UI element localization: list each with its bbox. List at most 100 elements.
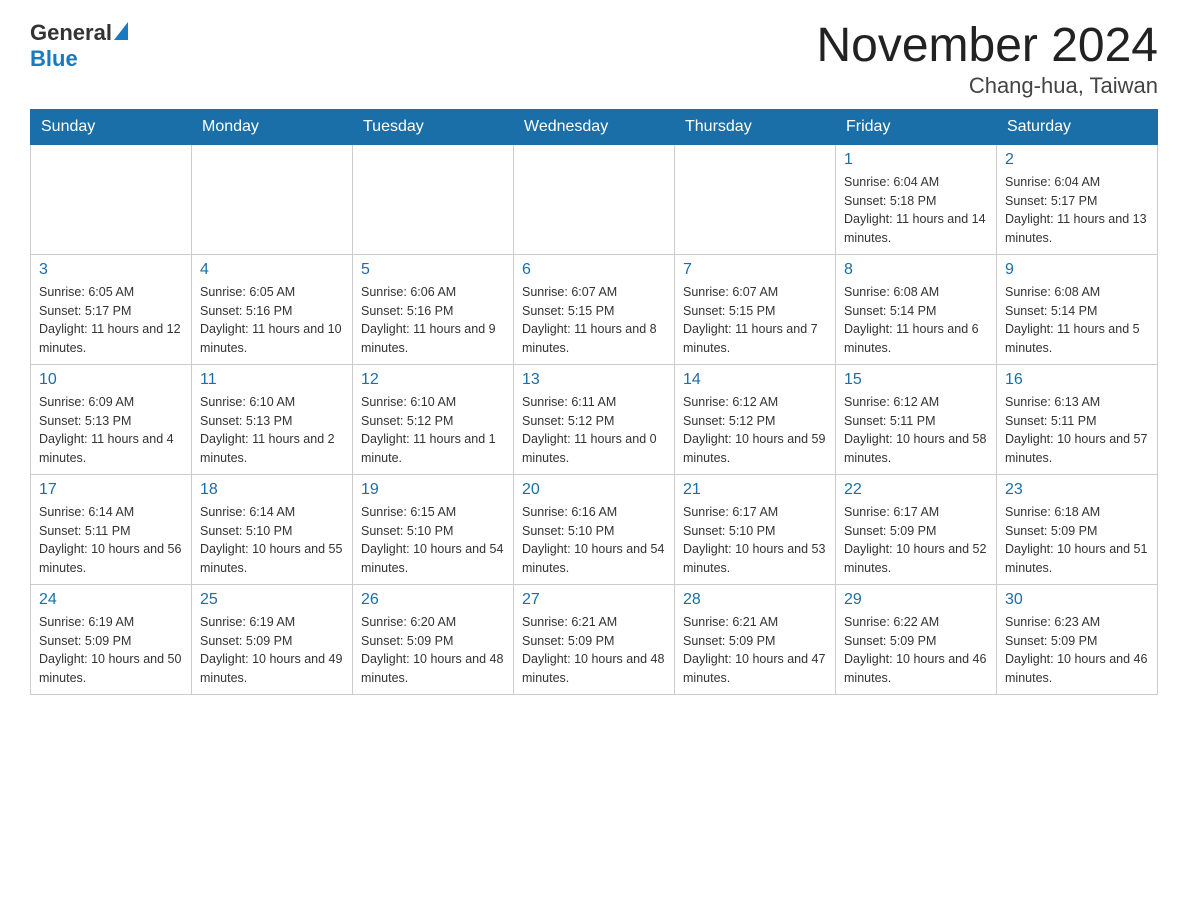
calendar-cell: 20 Sunrise: 6:16 AMSunset: 5:10 PMDayligh…: [514, 474, 675, 584]
calendar-week-row: 17 Sunrise: 6:14 AMSunset: 5:11 PMDayligh…: [31, 474, 1158, 584]
day-number: 25: [200, 591, 344, 609]
calendar-cell: 17 Sunrise: 6:14 AMSunset: 5:11 PMDayligh…: [31, 474, 192, 584]
day-info: Sunrise: 6:14 AMSunset: 5:11 PMDaylight:…: [39, 503, 183, 578]
weekday-header-row: SundayMondayTuesdayWednesdayThursdayFrid…: [31, 109, 1158, 144]
day-info: Sunrise: 6:16 AMSunset: 5:10 PMDaylight:…: [522, 503, 666, 578]
calendar-header: SundayMondayTuesdayWednesdayThursdayFrid…: [31, 109, 1158, 144]
logo-blue-text: Blue: [30, 46, 78, 72]
calendar-cell: 15 Sunrise: 6:12 AMSunset: 5:11 PMDayligh…: [836, 364, 997, 474]
weekday-header-saturday: Saturday: [997, 109, 1158, 144]
calendar-cell: [192, 144, 353, 254]
day-info: Sunrise: 6:23 AMSunset: 5:09 PMDaylight:…: [1005, 613, 1149, 688]
calendar-week-row: 3 Sunrise: 6:05 AMSunset: 5:17 PMDaylight…: [31, 254, 1158, 364]
day-info: Sunrise: 6:20 AMSunset: 5:09 PMDaylight:…: [361, 613, 505, 688]
weekday-header-sunday: Sunday: [31, 109, 192, 144]
day-number: 19: [361, 481, 505, 499]
calendar-cell: 14 Sunrise: 6:12 AMSunset: 5:12 PMDayligh…: [675, 364, 836, 474]
calendar-week-row: 24Sunrise: 6:19 AMSunset: 5:09 PMDayligh…: [31, 584, 1158, 694]
calendar-cell: 30Sunrise: 6:23 AMSunset: 5:09 PMDayligh…: [997, 584, 1158, 694]
day-number: 3: [39, 261, 183, 279]
day-info: Sunrise: 6:18 AMSunset: 5:09 PMDaylight:…: [1005, 503, 1149, 578]
calendar-cell: 5 Sunrise: 6:06 AMSunset: 5:16 PMDaylight…: [353, 254, 514, 364]
calendar-cell: 13Sunrise: 6:11 AMSunset: 5:12 PMDayligh…: [514, 364, 675, 474]
weekday-header-wednesday: Wednesday: [514, 109, 675, 144]
day-number: 7: [683, 261, 827, 279]
day-number: 18: [200, 481, 344, 499]
calendar-title-block: November 2024 Chang-hua, Taiwan: [816, 20, 1158, 99]
calendar-cell: 26 Sunrise: 6:20 AMSunset: 5:09 PMDayligh…: [353, 584, 514, 694]
day-number: 1: [844, 151, 988, 169]
calendar-week-row: 10 Sunrise: 6:09 AMSunset: 5:13 PMDayligh…: [31, 364, 1158, 474]
calendar-cell: 25 Sunrise: 6:19 AMSunset: 5:09 PMDayligh…: [192, 584, 353, 694]
day-number: 21: [683, 481, 827, 499]
calendar-cell: 8Sunrise: 6:08 AMSunset: 5:14 PMDaylight…: [836, 254, 997, 364]
day-info: Sunrise: 6:19 AMSunset: 5:09 PMDaylight:…: [200, 613, 344, 688]
calendar-cell: 4 Sunrise: 6:05 AMSunset: 5:16 PMDaylight…: [192, 254, 353, 364]
day-number: 13: [522, 371, 666, 389]
day-number: 12: [361, 371, 505, 389]
calendar-cell: [353, 144, 514, 254]
day-number: 22: [844, 481, 988, 499]
calendar-cell: 23 Sunrise: 6:18 AMSunset: 5:09 PMDayligh…: [997, 474, 1158, 584]
day-info: Sunrise: 6:07 AMSunset: 5:15 PMDaylight:…: [683, 283, 827, 358]
day-info: Sunrise: 6:13 AMSunset: 5:11 PMDaylight:…: [1005, 393, 1149, 468]
day-info: Sunrise: 6:09 AMSunset: 5:13 PMDaylight:…: [39, 393, 183, 468]
day-info: Sunrise: 6:12 AMSunset: 5:11 PMDaylight:…: [844, 393, 988, 468]
day-info: Sunrise: 6:19 AMSunset: 5:09 PMDaylight:…: [39, 613, 183, 688]
weekday-header-thursday: Thursday: [675, 109, 836, 144]
calendar-cell: 1Sunrise: 6:04 AMSunset: 5:18 PMDaylight…: [836, 144, 997, 254]
day-number: 4: [200, 261, 344, 279]
calendar-body: 1Sunrise: 6:04 AMSunset: 5:18 PMDaylight…: [31, 144, 1158, 694]
day-number: 17: [39, 481, 183, 499]
calendar-cell: [675, 144, 836, 254]
day-info: Sunrise: 6:08 AMSunset: 5:14 PMDaylight:…: [1005, 283, 1149, 358]
day-info: Sunrise: 6:22 AMSunset: 5:09 PMDaylight:…: [844, 613, 988, 688]
day-info: Sunrise: 6:08 AMSunset: 5:14 PMDaylight:…: [844, 283, 988, 358]
calendar-week-row: 1Sunrise: 6:04 AMSunset: 5:18 PMDaylight…: [31, 144, 1158, 254]
calendar-cell: 3 Sunrise: 6:05 AMSunset: 5:17 PMDaylight…: [31, 254, 192, 364]
day-info: Sunrise: 6:10 AMSunset: 5:13 PMDaylight:…: [200, 393, 344, 468]
day-number: 10: [39, 371, 183, 389]
day-info: Sunrise: 6:21 AMSunset: 5:09 PMDaylight:…: [522, 613, 666, 688]
calendar-cell: 29Sunrise: 6:22 AMSunset: 5:09 PMDayligh…: [836, 584, 997, 694]
day-number: 28: [683, 591, 827, 609]
logo-triangle-icon: [114, 22, 128, 40]
day-number: 9: [1005, 261, 1149, 279]
day-info: Sunrise: 6:12 AMSunset: 5:12 PMDaylight:…: [683, 393, 827, 468]
calendar-cell: 19 Sunrise: 6:15 AMSunset: 5:10 PMDayligh…: [353, 474, 514, 584]
day-info: Sunrise: 6:04 AMSunset: 5:17 PMDaylight:…: [1005, 173, 1149, 248]
day-number: 14: [683, 371, 827, 389]
calendar-cell: [514, 144, 675, 254]
day-number: 20: [522, 481, 666, 499]
day-info: Sunrise: 6:10 AMSunset: 5:12 PMDaylight:…: [361, 393, 505, 468]
calendar-cell: 22 Sunrise: 6:17 AMSunset: 5:09 PMDayligh…: [836, 474, 997, 584]
day-info: Sunrise: 6:05 AMSunset: 5:16 PMDaylight:…: [200, 283, 344, 358]
day-info: Sunrise: 6:05 AMSunset: 5:17 PMDaylight:…: [39, 283, 183, 358]
day-info: Sunrise: 6:17 AMSunset: 5:10 PMDaylight:…: [683, 503, 827, 578]
calendar-cell: 6 Sunrise: 6:07 AMSunset: 5:15 PMDaylight…: [514, 254, 675, 364]
day-number: 27: [522, 591, 666, 609]
logo: General Blue: [30, 20, 128, 72]
calendar-cell: 11Sunrise: 6:10 AMSunset: 5:13 PMDayligh…: [192, 364, 353, 474]
day-number: 5: [361, 261, 505, 279]
day-number: 26: [361, 591, 505, 609]
weekday-header-monday: Monday: [192, 109, 353, 144]
day-info: Sunrise: 6:07 AMSunset: 5:15 PMDaylight:…: [522, 283, 666, 358]
day-info: Sunrise: 6:17 AMSunset: 5:09 PMDaylight:…: [844, 503, 988, 578]
calendar-title: November 2024: [816, 20, 1158, 73]
calendar-cell: [31, 144, 192, 254]
day-info: Sunrise: 6:14 AMSunset: 5:10 PMDaylight:…: [200, 503, 344, 578]
day-info: Sunrise: 6:06 AMSunset: 5:16 PMDaylight:…: [361, 283, 505, 358]
calendar-cell: 18 Sunrise: 6:14 AMSunset: 5:10 PMDayligh…: [192, 474, 353, 584]
calendar-cell: 27 Sunrise: 6:21 AMSunset: 5:09 PMDayligh…: [514, 584, 675, 694]
calendar-subtitle: Chang-hua, Taiwan: [816, 73, 1158, 99]
page-header: General Blue November 2024 Chang-hua, Ta…: [30, 20, 1158, 99]
day-info: Sunrise: 6:15 AMSunset: 5:10 PMDaylight:…: [361, 503, 505, 578]
day-number: 23: [1005, 481, 1149, 499]
day-number: 6: [522, 261, 666, 279]
calendar-cell: 12 Sunrise: 6:10 AMSunset: 5:12 PMDayligh…: [353, 364, 514, 474]
calendar-cell: 2Sunrise: 6:04 AMSunset: 5:17 PMDaylight…: [997, 144, 1158, 254]
calendar-table: SundayMondayTuesdayWednesdayThursdayFrid…: [30, 109, 1158, 695]
calendar-cell: 24Sunrise: 6:19 AMSunset: 5:09 PMDayligh…: [31, 584, 192, 694]
day-number: 15: [844, 371, 988, 389]
